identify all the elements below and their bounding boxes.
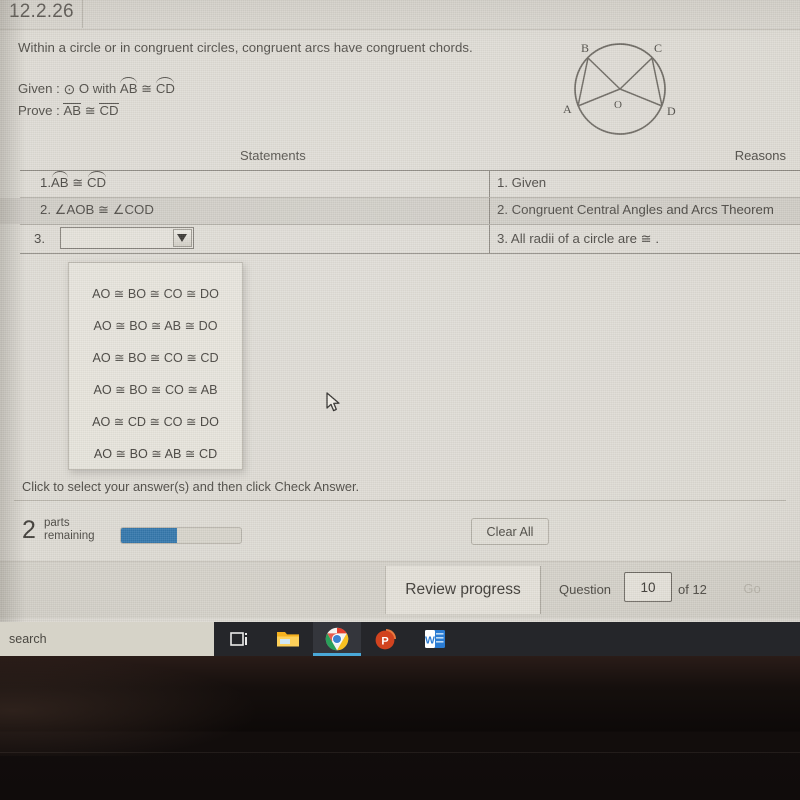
row1-statement: 1.AB ≅ CD xyxy=(40,171,107,191)
figure-label-a: A xyxy=(563,102,572,116)
statement-3-select[interactable] xyxy=(60,227,194,249)
chevron-down-icon[interactable] xyxy=(172,229,192,247)
progress-row: 2 parts remaining xyxy=(0,508,800,556)
search-input[interactable]: search xyxy=(0,622,214,656)
proof-table: Statements Reasons 1.AB ≅ CD 1. Given 2.… xyxy=(0,148,800,254)
dropdown-option[interactable]: AO ≅ BO ≅ CO ≅ CD xyxy=(69,341,242,373)
tab-bar: 12.2.26 xyxy=(0,0,800,30)
question-number-input[interactable]: 10 xyxy=(624,572,672,602)
given-arc-ab: AB xyxy=(119,77,138,96)
svg-text:P: P xyxy=(381,635,388,647)
question-label: Question xyxy=(559,582,612,597)
table-column-divider xyxy=(489,198,490,224)
given-center-text: O with xyxy=(78,81,117,96)
monitor-bezel xyxy=(0,656,800,800)
figure-label-d: D xyxy=(667,104,676,118)
chrome-icon[interactable] xyxy=(313,622,361,656)
row1-congruent-symbol: ≅ xyxy=(72,175,84,190)
prove-congruent-symbol: ≅ xyxy=(84,103,96,118)
tab-label[interactable]: 12.2.26 xyxy=(9,1,74,23)
prove-label: Prove : xyxy=(18,103,60,118)
word-icon[interactable]: W xyxy=(411,622,459,656)
windows-taskbar: search P W xyxy=(0,622,800,656)
table-column-divider xyxy=(489,171,490,197)
parts-remaining-count: 2 xyxy=(22,516,36,544)
row2-reason: 2. Congruent Central Angles and Arcs The… xyxy=(497,202,774,217)
file-explorer-icon[interactable] xyxy=(264,622,312,656)
circle-diagram: B C A D O xyxy=(563,41,676,135)
progress-bar-track xyxy=(120,527,242,544)
dropdown-option[interactable]: AO ≅ BO ≅ AB ≅ DO xyxy=(69,309,242,341)
question-total-label: of 12 xyxy=(678,582,707,597)
table-rule xyxy=(20,253,800,254)
application-screen: 12.2.26 Within a circle or in congruent … xyxy=(0,0,800,622)
table-row: 1.AB ≅ CD 1. Given xyxy=(0,171,800,197)
row1-arc-cd: CD xyxy=(87,171,107,190)
row1-number: 1. xyxy=(40,175,51,190)
powerpoint-icon[interactable]: P xyxy=(362,622,410,656)
clear-all-button[interactable]: Clear All xyxy=(471,518,549,545)
figure-label-b: B xyxy=(581,41,589,55)
given-prove-block: Given : ⊙ O with AB ≅ CD Prove : AB ≅ CD xyxy=(18,77,175,121)
table-header: Statements Reasons xyxy=(0,148,800,170)
divider xyxy=(14,500,786,501)
column-header-statements: Statements xyxy=(240,148,306,163)
given-congruent-symbol: ≅ xyxy=(141,81,153,96)
prove-segment-ab: AB xyxy=(63,103,82,118)
parts-remaining-label: parts remaining xyxy=(44,517,95,542)
row3-reason: 3. All radii of a circle are ≅ . xyxy=(497,231,660,246)
footer-nav: Review progress Question 10 of 12 Go xyxy=(0,562,800,618)
instruction-text: Click to select your answer(s) and then … xyxy=(22,479,360,494)
column-header-reasons: Reasons xyxy=(734,148,786,163)
lesson-prompt: Within a circle or in congruent circles,… xyxy=(18,40,473,55)
parts-label-line1: parts xyxy=(44,517,70,529)
go-button[interactable]: Go xyxy=(726,576,778,600)
dropdown-option[interactable]: AO ≅ CD ≅ CO ≅ DO xyxy=(69,405,242,437)
figure-label-c: C xyxy=(654,41,662,55)
row2-statement: 2. ∠AOB ≅ ∠COD xyxy=(40,202,154,217)
mouse-cursor xyxy=(326,392,340,412)
table-row: 2. ∠AOB ≅ ∠COD 2. Congruent Central Angl… xyxy=(0,198,800,224)
statement-3-dropdown-list[interactable]: AO ≅ BO ≅ CO ≅ DO AO ≅ BO ≅ AB ≅ DO AO ≅… xyxy=(68,262,243,470)
given-arc-cd: CD xyxy=(155,77,175,96)
bezel-seam xyxy=(0,752,800,753)
given-label: Given : xyxy=(18,81,60,96)
tab-divider xyxy=(82,0,83,28)
review-progress-button[interactable]: Review progress xyxy=(385,566,541,614)
svg-text:W: W xyxy=(425,635,435,647)
circle-symbol-icon: ⊙ xyxy=(63,81,76,97)
prove-segment-cd: CD xyxy=(99,103,119,118)
dropdown-option[interactable]: AO ≅ BO ≅ CO ≅ AB xyxy=(69,373,242,405)
progress-bar-fill xyxy=(121,528,178,543)
row3-number: 3. xyxy=(34,231,45,246)
prove-line: Prove : AB ≅ CD xyxy=(18,100,175,121)
dropdown-option[interactable]: AO ≅ BO ≅ AB ≅ CD xyxy=(69,437,242,469)
figure-label-o: O xyxy=(614,99,622,111)
table-row: 3. 3. All radii of a circle are ≅ . xyxy=(0,225,800,253)
row1-arc-ab: AB xyxy=(51,171,69,190)
dropdown-option[interactable]: AO ≅ BO ≅ CO ≅ DO xyxy=(69,277,242,309)
parts-label-line2: remaining xyxy=(44,529,95,542)
task-view-icon[interactable] xyxy=(216,622,264,656)
table-column-divider xyxy=(489,225,490,253)
row1-reason: 1. Given xyxy=(497,175,547,190)
given-line: Given : ⊙ O with AB ≅ CD xyxy=(18,77,175,100)
